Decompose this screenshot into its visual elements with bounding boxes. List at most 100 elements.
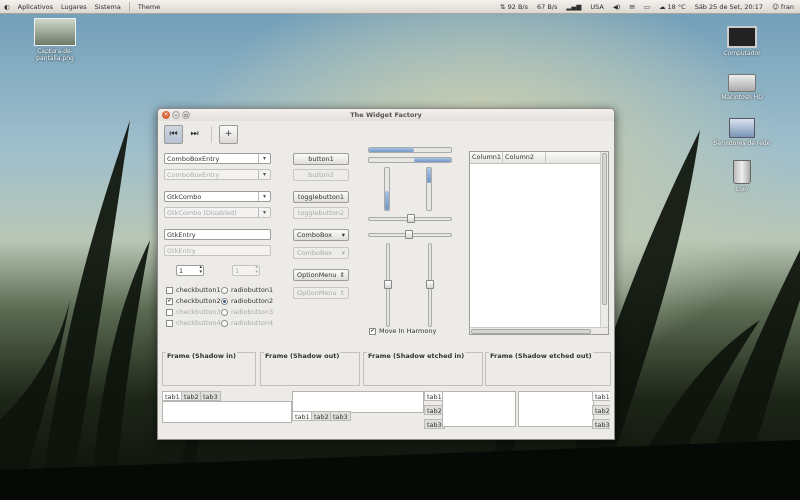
desktop-icon-computador[interactable]: Computador: [712, 26, 772, 57]
combobox-entry-disabled: ComboBoxEntry ▾: [164, 169, 271, 180]
frame-shadow-etched-in: Frame (Shadow etched in): [363, 352, 483, 386]
trash-icon: [733, 160, 751, 184]
tree-view[interactable]: Column1 Column2: [469, 151, 609, 335]
button1[interactable]: button1: [293, 153, 349, 165]
progress-fill: [369, 148, 415, 152]
checkbutton1[interactable]: checkbutton1: [166, 286, 221, 294]
spin-button-disabled: 1 ▴ ▾: [232, 265, 260, 276]
notebook-page: [442, 391, 516, 427]
panel-separator: [128, 1, 130, 12]
updown-icon: ⇕: [339, 289, 345, 297]
toolbar: ⏮ ⏭ +: [164, 123, 238, 145]
tab2[interactable]: tab2: [592, 405, 610, 415]
combobox-button[interactable]: ComboBox ▾: [293, 229, 349, 241]
desktop-icon-servidores[interactable]: Servidores de rede: [712, 118, 772, 147]
chevron-down-icon: ▾: [258, 208, 270, 217]
desktop-icon-macintosh-hd[interactable]: Macintosh HD: [712, 74, 772, 101]
gtk-entry[interactable]: GtkEntry: [164, 229, 271, 240]
vertical-scrollbar[interactable]: [600, 152, 608, 328]
widget-factory-window: × – ▫ The Widget Factory ⏮ ⏭ + ComboBoxE…: [157, 108, 615, 440]
weather[interactable]: ☁ 18 °C: [659, 3, 686, 11]
checkbutton2[interactable]: ✔ checkbutton2: [166, 297, 221, 305]
titlebar[interactable]: × – ▫ The Widget Factory: [158, 109, 614, 121]
combobox-entry[interactable]: ComboBoxEntry ▾: [164, 153, 271, 164]
chevron-down-icon: ▾: [258, 154, 270, 163]
goto-first-icon[interactable]: ⏮: [164, 124, 183, 144]
mail-icon[interactable]: ✉: [629, 3, 634, 11]
progress-fill: [414, 158, 451, 162]
notebook-top: tab1 tab2 tab3: [162, 391, 292, 425]
cloud-icon: ☁: [658, 2, 666, 11]
tab2[interactable]: tab2: [311, 411, 332, 421]
notebook-right: tab1 tab2 tab3: [518, 391, 610, 429]
scale-h-1[interactable]: [368, 214, 452, 223]
tab3[interactable]: tab3: [200, 391, 221, 401]
arrows-icon: ⇅: [500, 2, 506, 11]
spin-arrows-icon: ▴ ▾: [199, 264, 202, 275]
radiobutton3: radiobutton3: [221, 308, 273, 316]
spin-button[interactable]: 1 ▴ ▾: [176, 265, 204, 276]
monitor-icon: [727, 26, 757, 48]
gtk-entry-disabled: GtkEntry: [164, 245, 271, 256]
tab3[interactable]: tab3: [592, 419, 610, 429]
menu-lugares[interactable]: Lugares: [57, 3, 91, 11]
goto-last-icon[interactable]: ⏭: [185, 125, 204, 144]
desktop-file-screenshot[interactable]: Captura-de-pantalla.png: [25, 18, 85, 62]
network-folder-icon: [729, 118, 755, 138]
tab1[interactable]: tab1: [162, 391, 183, 401]
scrollbar-thumb: [602, 153, 607, 305]
ubuntu-logo-icon[interactable]: ◐: [0, 3, 14, 11]
chevron-down-icon: ▾: [341, 231, 345, 239]
togglebutton1[interactable]: togglebutton1: [293, 191, 349, 203]
menu-aplicativos[interactable]: Aplicativos: [14, 3, 57, 11]
frame-shadow-in: Frame (Shadow in): [162, 352, 256, 386]
top-panel: ◐ Aplicativos Lugares Sistema Theme ⇅ 92…: [0, 0, 800, 14]
radiobutton4: radiobutton4: [221, 319, 273, 327]
scale-v-2[interactable]: [426, 243, 434, 327]
volume-icon[interactable]: ◀): [613, 3, 621, 11]
chevron-down-icon: ▾: [258, 170, 270, 179]
notebook-page: [162, 401, 292, 423]
clock[interactable]: Sáb 25 de Set, 20:17: [695, 3, 763, 11]
taskbar-app-theme[interactable]: Theme: [134, 3, 164, 11]
gtk-combo[interactable]: GtkCombo ▾: [164, 191, 271, 202]
notebook-page: [518, 391, 594, 427]
notebook-left: tab1 tab2 tab3: [424, 391, 516, 429]
image-thumbnail-icon: [34, 18, 76, 46]
chevron-down-icon: ▾: [341, 249, 345, 257]
notebook-page: [292, 391, 424, 413]
scale-v-1[interactable]: [384, 243, 392, 327]
optionmenu-disabled: OptionMenu ⇕: [293, 287, 349, 299]
radiobutton1[interactable]: radiobutton1: [221, 286, 273, 294]
user-icon: ☺: [772, 2, 779, 11]
progress-fill: [385, 191, 389, 210]
progress-fill: [427, 168, 431, 183]
chevron-down-icon: ▾: [258, 192, 270, 201]
horizontal-scrollbar[interactable]: [470, 327, 608, 334]
radiobutton2[interactable]: radiobutton2: [221, 297, 273, 305]
keyboard-layout[interactable]: USA: [590, 3, 603, 11]
optionmenu[interactable]: OptionMenu ⇕: [293, 269, 349, 281]
togglebutton2: togglebutton2: [293, 207, 349, 219]
scale-knob: [405, 230, 413, 239]
toolbar-separator: [211, 125, 212, 143]
progressbar-v-1: [384, 167, 390, 211]
move-in-harmony-check[interactable]: ✔ Move In Harmony: [369, 327, 436, 335]
checkbutton4: checkbutton4: [166, 319, 221, 327]
tab2[interactable]: tab2: [181, 391, 202, 401]
scale-knob: [407, 214, 415, 223]
menu-sistema[interactable]: Sistema: [91, 3, 125, 11]
desktop-icon-lixo[interactable]: Lixo: [712, 160, 772, 193]
scale-h-2[interactable]: [368, 230, 452, 239]
user-menu[interactable]: ☺ fran: [772, 3, 794, 11]
signal-icon[interactable]: ▂▄▆: [566, 3, 581, 11]
column-header-2[interactable]: Column2: [503, 152, 546, 163]
tab1[interactable]: tab1: [292, 411, 313, 421]
tab3[interactable]: tab3: [330, 411, 351, 421]
battery-icon[interactable]: ▭: [644, 3, 650, 11]
add-icon[interactable]: +: [219, 124, 238, 144]
frame-shadow-out: Frame (Shadow out): [260, 352, 360, 386]
window-title: The Widget Factory: [350, 111, 422, 119]
column-header-1[interactable]: Column1: [470, 152, 503, 163]
tab1[interactable]: tab1: [592, 391, 610, 401]
